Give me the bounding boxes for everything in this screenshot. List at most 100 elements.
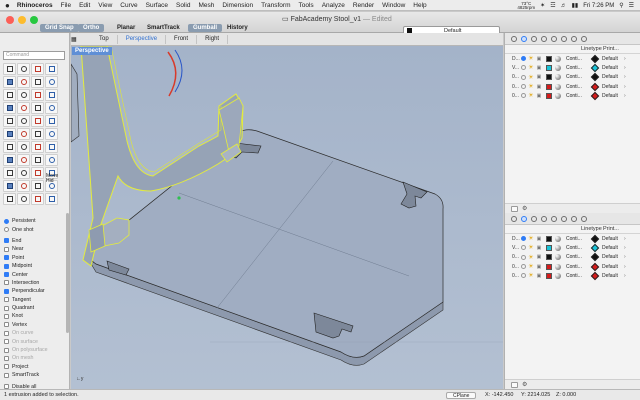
current-layer-indicator[interactable] xyxy=(519,56,527,62)
material-icon[interactable] xyxy=(555,64,561,71)
current-layer-indicator[interactable] xyxy=(519,65,527,71)
layer-name[interactable]: 0... xyxy=(505,264,519,270)
sphere-tool-icon[interactable] xyxy=(17,128,30,140)
print-color-icon[interactable] xyxy=(590,54,600,63)
layer-name[interactable]: V... xyxy=(505,245,519,251)
radio-button[interactable] xyxy=(4,227,9,233)
print-color-icon[interactable] xyxy=(590,252,600,262)
current-layer-indicator[interactable] xyxy=(519,93,527,99)
osnap-one-shot[interactable]: One shot xyxy=(4,225,66,233)
layer-color-swatch[interactable] xyxy=(546,74,552,81)
layer-row[interactable]: 0... ☀ ▣ Conti... Default › xyxy=(505,91,640,101)
arc-tool-icon[interactable] xyxy=(31,76,44,88)
menu-transform[interactable]: Transform xyxy=(261,2,290,9)
add-layer-button[interactable] xyxy=(511,205,518,212)
osnap-midpoint[interactable]: Midpoint xyxy=(4,262,66,270)
menu-edit[interactable]: Edit xyxy=(79,2,90,9)
extrude-tool-icon[interactable] xyxy=(3,115,16,127)
history-tool-icon[interactable] xyxy=(45,193,58,205)
layer-color-swatch[interactable] xyxy=(546,263,552,270)
print-color-icon[interactable] xyxy=(590,82,600,91)
checkbox[interactable] xyxy=(4,263,9,269)
perspective-viewport[interactable]: Perspective ∟y xyxy=(71,46,503,389)
text-tool-icon[interactable] xyxy=(31,89,44,101)
lock-icon[interactable]: ▣ xyxy=(535,56,543,62)
tab-right[interactable]: Right xyxy=(197,34,229,44)
radio-button[interactable] xyxy=(4,218,9,224)
layer-linetype[interactable]: Conti... xyxy=(566,254,588,260)
layer-print-width[interactable]: Default xyxy=(602,273,624,279)
print-color-icon[interactable] xyxy=(590,271,600,281)
left-panel-scrollbar[interactable] xyxy=(66,213,69,333)
properties-tab-icon[interactable] xyxy=(511,215,517,222)
lock-icon[interactable]: ▣ xyxy=(535,254,543,260)
osnap-perpendicular[interactable]: Perpendicular xyxy=(4,287,66,295)
layer-color-swatch[interactable] xyxy=(546,244,552,251)
material-icon[interactable] xyxy=(555,272,561,279)
materials-tab-icon[interactable] xyxy=(541,215,547,222)
zoom-window-button[interactable] xyxy=(30,16,38,24)
more-icon[interactable]: › xyxy=(624,236,630,242)
rectangle-tool-icon[interactable] xyxy=(3,89,16,101)
close-window-button[interactable] xyxy=(6,16,14,24)
more-icon[interactable]: › xyxy=(624,273,630,279)
osnap-smarttrack[interactable]: SmartTrack xyxy=(4,371,66,379)
layer-options-icon[interactable]: ⚙ xyxy=(522,381,527,388)
checkbox[interactable] xyxy=(4,246,9,252)
curve-tool-icon[interactable] xyxy=(3,76,16,88)
more-icon[interactable]: › xyxy=(624,65,630,71)
layer-print-width[interactable]: Default xyxy=(602,84,624,90)
toggle-smarttrack[interactable]: SmartTrack xyxy=(142,24,185,32)
notification-center-icon[interactable]: ☰ xyxy=(629,2,634,9)
menu-curve[interactable]: Curve xyxy=(120,2,137,9)
scale-tool-icon[interactable] xyxy=(45,154,58,166)
lock-tool-icon[interactable] xyxy=(3,180,16,192)
more-icon[interactable]: › xyxy=(624,245,630,251)
select-tool-icon[interactable] xyxy=(3,63,16,75)
layer-print-width[interactable]: Default xyxy=(602,74,624,80)
current-layer-indicator[interactable] xyxy=(519,84,527,90)
layer-linetype[interactable]: Conti... xyxy=(566,236,588,242)
layer-name[interactable]: V... xyxy=(505,65,519,71)
print-header[interactable]: Print... xyxy=(603,226,619,232)
toggle-gumball[interactable]: Gumball xyxy=(188,24,223,32)
osnap-near[interactable]: Near xyxy=(4,245,66,253)
layer-row[interactable]: 0... ☀ ▣ Conti... Default › xyxy=(505,262,640,271)
material-icon[interactable] xyxy=(555,55,561,62)
osnap-project[interactable]: Project xyxy=(4,363,66,371)
copy-tool-icon[interactable] xyxy=(17,154,30,166)
layer-name[interactable]: 0... xyxy=(505,254,519,260)
osnap-on-curve[interactable]: On curve xyxy=(4,329,66,337)
bluetooth-icon[interactable]: ✶ xyxy=(540,2,545,9)
layer-row[interactable]: D... ☀ ▣ Conti... Default › xyxy=(505,234,640,243)
boolean-diff-icon[interactable] xyxy=(17,141,30,153)
checkbox[interactable] xyxy=(4,305,9,311)
materials-tab-icon[interactable] xyxy=(541,35,547,42)
material-tool-icon[interactable] xyxy=(3,193,16,205)
current-layer-indicator[interactable] xyxy=(519,273,527,279)
layer-color-swatch[interactable] xyxy=(546,83,552,90)
more-icon[interactable]: › xyxy=(624,56,630,62)
osnap-center[interactable]: Center xyxy=(4,270,66,278)
layer-print-width[interactable]: Default xyxy=(602,236,624,242)
menu-analyze[interactable]: Analyze xyxy=(322,2,345,9)
more-icon[interactable]: › xyxy=(624,74,630,80)
minimize-window-button[interactable] xyxy=(18,16,26,24)
cone-tool-icon[interactable] xyxy=(45,128,58,140)
menu-mesh[interactable]: Mesh xyxy=(199,2,215,9)
layer-print-width[interactable]: Default xyxy=(602,56,624,62)
notes-tab-icon[interactable] xyxy=(571,215,577,222)
menu-file[interactable]: File xyxy=(61,2,71,9)
print-color-icon[interactable] xyxy=(590,91,600,101)
display-tab-icon[interactable] xyxy=(531,35,537,42)
polyline-tool-icon[interactable] xyxy=(45,63,58,75)
checkbox[interactable] xyxy=(4,347,9,353)
osnap-on-polysurface[interactable]: On polysurface xyxy=(4,346,66,354)
loft-tool-icon[interactable] xyxy=(17,115,30,127)
move-tool-icon[interactable] xyxy=(3,154,16,166)
layer-linetype[interactable]: Conti... xyxy=(566,84,588,90)
osnap-on-surface[interactable]: On surface xyxy=(4,337,66,345)
lightbulb-icon[interactable]: ☀ xyxy=(527,272,535,279)
current-layer-indicator[interactable] xyxy=(519,74,527,80)
checkbox[interactable] xyxy=(4,322,9,328)
